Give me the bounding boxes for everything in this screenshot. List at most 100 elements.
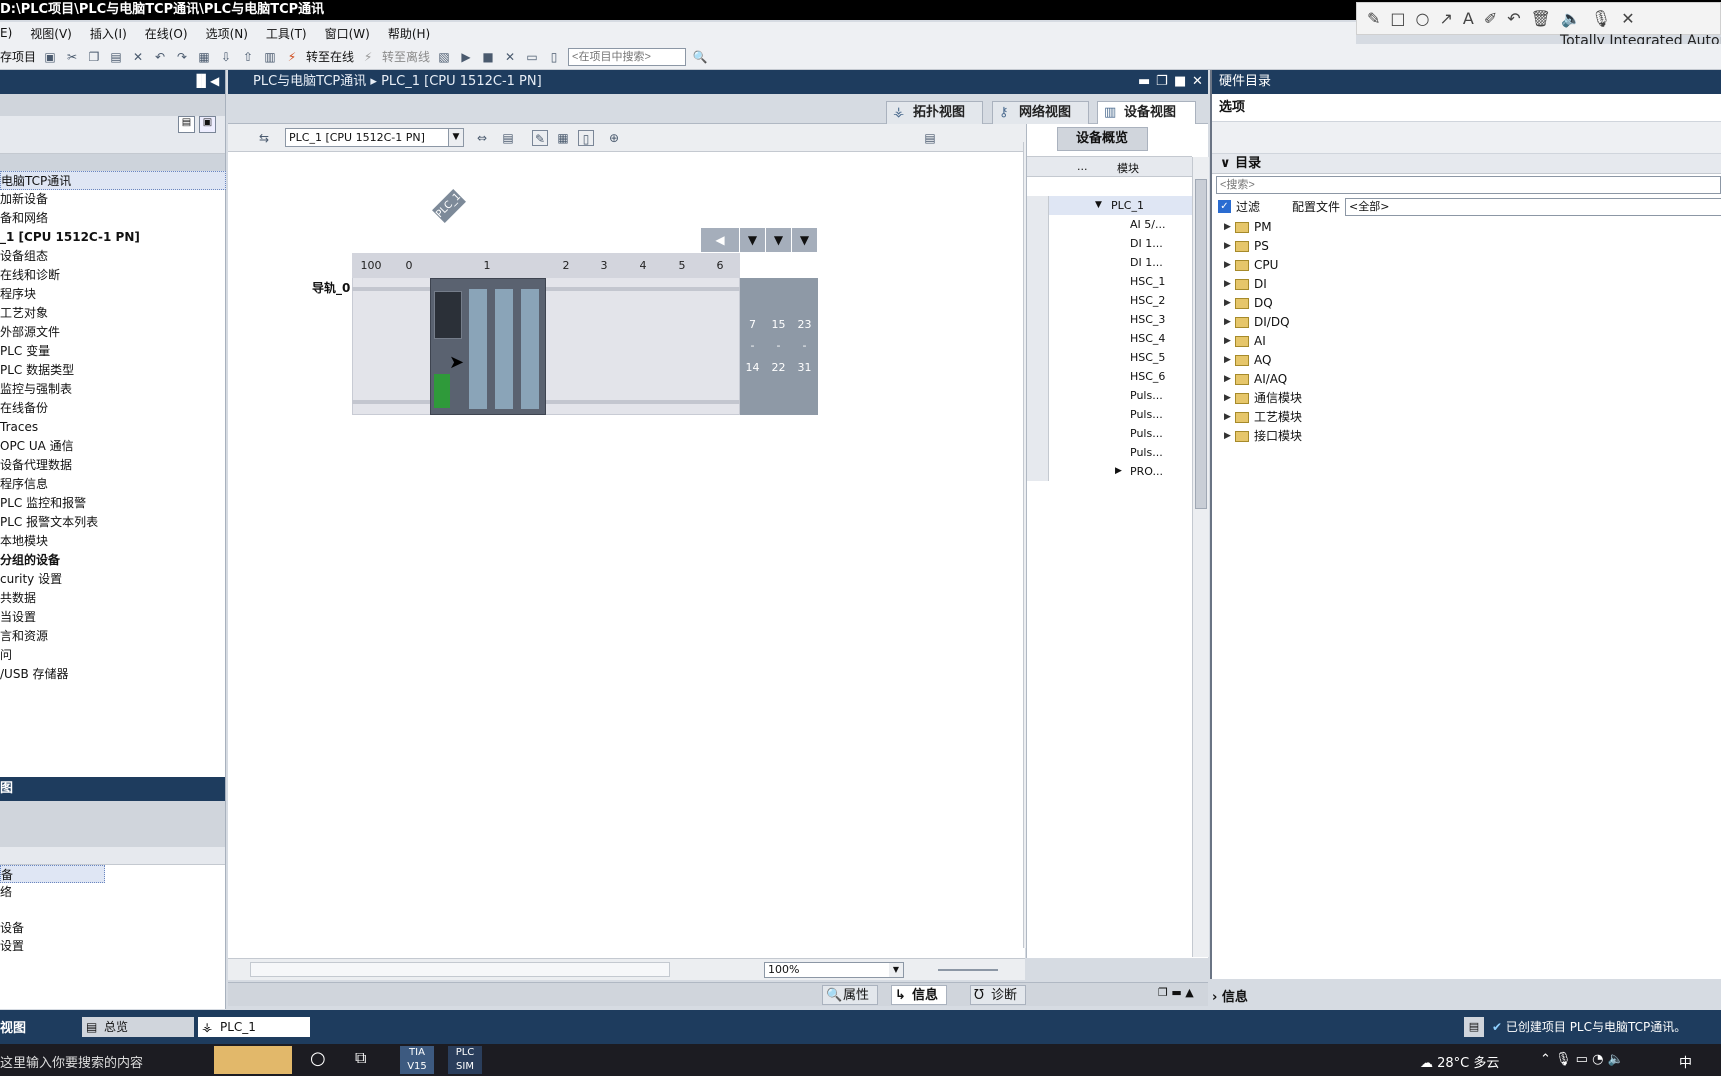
start-cpu-icon[interactable]: ▶ (458, 49, 474, 65)
filter-checkbox[interactable]: ✓ (1218, 200, 1231, 213)
zoom-select[interactable]: 100% ▼ (764, 962, 904, 978)
copy-icon[interactable]: ❐ (86, 49, 102, 65)
tree-item[interactable]: PLC 数据类型 (0, 361, 225, 380)
trash-icon[interactable]: 🗑 (1531, 9, 1551, 28)
tab-network-view[interactable]: ⚷ 网络视图 (992, 101, 1089, 124)
breadcrumb-device[interactable]: PLC_1 [CPU 1512C-1 PN] (381, 74, 542, 89)
cpu-module[interactable] (430, 278, 546, 415)
grid-icon[interactable]: ▦ (555, 130, 571, 146)
catalog-category[interactable]: ▶ AI (1212, 332, 1721, 351)
tab-device-overview[interactable]: 设备概览 (1057, 127, 1148, 151)
menu-item-insert[interactable]: 插入(I) (90, 25, 127, 42)
catalog-category[interactable]: ▶ CPU (1212, 256, 1721, 275)
upload-icon[interactable]: ⇧ (240, 49, 256, 65)
profile-select[interactable]: <全部> (1345, 198, 1721, 216)
overview-row[interactable]: AI 5/... (1027, 215, 1192, 234)
delete-icon[interactable]: ✕ (130, 49, 146, 65)
overview-row[interactable]: Puls... (1027, 443, 1192, 462)
tree-item[interactable]: 外部源文件 (0, 323, 225, 342)
rectangle-icon[interactable]: □ (1390, 9, 1405, 28)
address-icon[interactable]: ▤ (500, 130, 516, 146)
close-icon[interactable]: ✕ (1621, 9, 1634, 28)
tree-item[interactable]: 加新设备 (0, 190, 225, 209)
overview-tab[interactable]: ▤ 总览 (82, 1017, 194, 1037)
menu-item-options[interactable]: 选项(N) (206, 25, 248, 42)
redo-icon[interactable]: ↷ (174, 49, 190, 65)
expand-icon[interactable]: ▶ (1224, 427, 1231, 446)
plcsim-app[interactable]: PLC SIM (448, 1046, 482, 1074)
expand-icon[interactable]: ▶ (1224, 237, 1231, 256)
tree-item[interactable]: /USB 存储器 (0, 665, 225, 684)
undo-icon[interactable]: ↶ (1507, 9, 1520, 28)
arrow-icon[interactable]: ↗ (1440, 9, 1453, 28)
device-canvas[interactable]: PLC_1 导轨_0 100 0 1 2 3 4 5 6 ➤ ◀ ▼ ▼ ▼ .… (228, 142, 1040, 958)
catalog-category[interactable]: ▶ 通信模块 (1212, 389, 1721, 408)
overview-row[interactable]: HSC_1 (1027, 272, 1192, 291)
split-vertical-icon[interactable]: ▯ (546, 49, 562, 65)
overview-row[interactable]: DI 1... (1027, 253, 1192, 272)
float-icon[interactable]: ❐ (1156, 70, 1168, 94)
tree-item[interactable]: 备和网络 (0, 209, 225, 228)
collapse-icon[interactable]: ▶ (1115, 462, 1122, 481)
simulation-icon[interactable]: ▥ (262, 49, 278, 65)
overview-row[interactable]: Puls... (1027, 424, 1192, 443)
show-labels-icon[interactable]: ⇔ (474, 130, 490, 146)
overview-row[interactable]: HSC_4 (1027, 329, 1192, 348)
go-offline-icon[interactable]: ⚡ (360, 49, 376, 65)
tree-item[interactable]: 设备代理数据 (0, 456, 225, 475)
overview-row[interactable]: HSC_2 (1027, 291, 1192, 310)
text-icon[interactable]: A (1463, 9, 1474, 28)
overview-vertical-scrollbar[interactable] (1192, 157, 1209, 957)
stop-cpu-icon[interactable]: ■ (480, 49, 496, 65)
tree-item[interactable]: 电脑TCP通讯 (0, 171, 226, 190)
catalog-category[interactable]: ▶ PM (1212, 218, 1721, 237)
canvas-horizontal-scrollbar[interactable] (250, 962, 670, 977)
tree-item[interactable]: 共数据 (0, 589, 225, 608)
expand-icon[interactable]: ▶ (1224, 294, 1231, 313)
project-search-input[interactable] (568, 47, 687, 66)
search-icon[interactable]: 🔍 (692, 49, 708, 65)
scrollbar-thumb[interactable] (1195, 179, 1207, 509)
list-view-icon[interactable]: ▤ (178, 116, 195, 133)
catalog-category[interactable]: ▶ AI/AQ (1212, 370, 1721, 389)
cut-icon[interactable]: ✂ (64, 49, 80, 65)
overview-row[interactable]: DI 1... (1027, 234, 1192, 253)
catalog-category[interactable]: ▶ DI (1212, 275, 1721, 294)
overview-row[interactable]: ▼ PLC_1 (1027, 196, 1192, 215)
go-offline-button[interactable]: 转至离线 (382, 48, 430, 65)
diagnostics-tab[interactable]: Ʊ 诊断 (970, 985, 1027, 1005)
collapse-left-icon[interactable]: ◀ (701, 228, 739, 252)
accessible-devices-icon[interactable]: ▧ (436, 49, 452, 65)
column-dots[interactable]: ... (1077, 160, 1088, 173)
tree-item[interactable]: curity 设置 (0, 570, 225, 589)
device-select[interactable]: PLC_1 [CPU 1512C-1 PN] ▼ (285, 128, 464, 147)
zoom-slider[interactable] (938, 969, 998, 971)
tree-item[interactable]: 监控与强制表 (0, 380, 225, 399)
tree-item[interactable]: 分组的设备 (0, 551, 225, 570)
catalog-search-input[interactable] (1216, 176, 1721, 194)
expand-icon[interactable]: ▶ (1224, 351, 1231, 370)
float-icon[interactable]: ❐ ▬ ▲ (1158, 986, 1194, 999)
info-tab[interactable]: ↳ 信息 (891, 985, 948, 1005)
tree-item[interactable]: PLC 变量 (0, 342, 225, 361)
cortana-icon[interactable]: ○ (310, 1048, 326, 1069)
tree-item[interactable]: 本地模块 (0, 532, 225, 551)
task-view-icon[interactable]: ⧉ (355, 1048, 366, 1068)
options-section[interactable]: 选项 (1212, 94, 1721, 122)
paste-icon[interactable]: ▤ (108, 49, 124, 65)
go-online-button[interactable]: 转至在线 (306, 48, 354, 65)
tree-item[interactable]: PLC 报警文本列表 (0, 513, 225, 532)
device-navigation-icon[interactable]: ⇆ (256, 130, 272, 146)
tree-item[interactable]: 言和资源 (0, 627, 225, 646)
tree-item[interactable]: 问 (0, 646, 225, 665)
catalog-category[interactable]: ▶ 接口模块 (1212, 427, 1721, 446)
details-item[interactable]: 备 (0, 865, 105, 883)
portal-view-link[interactable]: 视图 (0, 1017, 26, 1036)
plc-tab[interactable]: ⚶ PLC_1 (198, 1017, 310, 1037)
expand-slots-icon[interactable]: ▼ (792, 228, 817, 252)
expand-icon[interactable]: ▼ (1095, 196, 1102, 215)
save-icon[interactable]: ▣ (42, 49, 58, 65)
taskbar-search[interactable]: 这里输入你要搜索的内容 (0, 1052, 143, 1071)
menu-item-view[interactable]: 视图(V) (30, 25, 72, 42)
column-module[interactable]: 模块 (1117, 160, 1139, 176)
